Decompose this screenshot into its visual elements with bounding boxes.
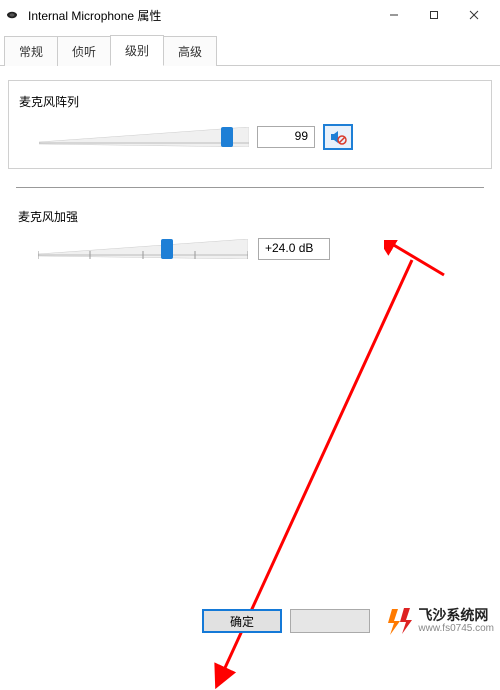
tab-content-levels: 麦克风阵列 99 麦克风加强 — [0, 80, 500, 612]
minimize-button[interactable] — [374, 1, 414, 29]
mic-array-slider-thumb[interactable] — [221, 127, 233, 147]
tab-listen[interactable]: 侦听 — [57, 36, 111, 66]
close-button[interactable] — [454, 1, 494, 29]
tab-general[interactable]: 常规 — [4, 36, 58, 66]
mic-boost-value[interactable]: +24.0 dB — [258, 238, 330, 260]
tab-levels[interactable]: 级别 — [110, 35, 164, 66]
watermark-url: www.fs0745.com — [418, 623, 494, 634]
mic-boost-label: 麦克风加强 — [18, 208, 482, 225]
watermark: 飞沙系统网 www.fs0745.com — [388, 607, 494, 635]
mic-boost-slider-thumb[interactable] — [161, 239, 173, 259]
section-divider — [16, 187, 484, 188]
mic-array-value[interactable]: 99 — [257, 126, 315, 148]
ok-button[interactable]: 确定 — [202, 609, 282, 633]
mic-boost-section: 麦克风加强 +24.0 dB — [8, 208, 492, 261]
mic-boost-slider[interactable] — [38, 237, 248, 261]
microphone-icon — [6, 7, 22, 23]
tab-advanced[interactable]: 高级 — [163, 36, 217, 66]
secondary-button[interactable] — [290, 609, 370, 633]
watermark-title: 飞沙系统网 — [418, 608, 494, 623]
mic-array-label: 麦克风阵列 — [19, 93, 481, 110]
mute-button[interactable] — [323, 124, 353, 150]
mic-array-group: 麦克风阵列 99 — [8, 80, 492, 169]
title-bar: Internal Microphone 属性 — [0, 0, 500, 30]
watermark-logo-icon — [388, 607, 414, 635]
dialog-button-bar: 确定 — [8, 609, 370, 633]
tab-bar: 常规 侦听 级别 高级 — [0, 30, 500, 66]
maximize-button[interactable] — [414, 1, 454, 29]
window-title: Internal Microphone 属性 — [28, 7, 374, 24]
window-controls — [374, 1, 494, 29]
mic-array-slider[interactable] — [39, 125, 249, 149]
